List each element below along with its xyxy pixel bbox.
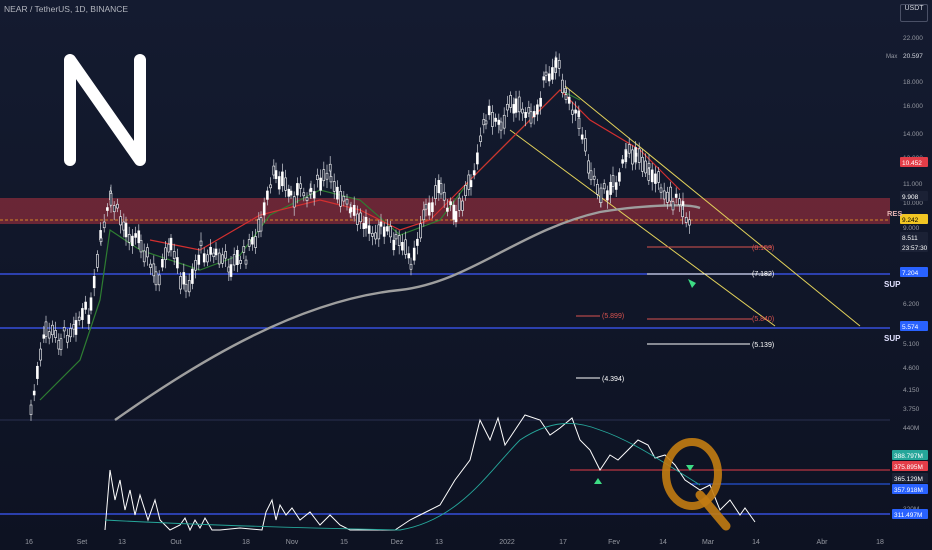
svg-text:8.511: 8.511: [902, 235, 918, 242]
time-tick-label: Mar: [702, 539, 715, 546]
level-label-7182: (7.182): [752, 271, 774, 278]
price-axis[interactable]: 22.00018.00016.00014.00012.00011.00010.0…: [886, 35, 928, 413]
price-tag: 7.204: [900, 267, 928, 277]
price-tick-label: 11.000: [903, 181, 923, 188]
level-label-5899: (5.899): [602, 313, 624, 320]
price-tick-label: 3.750: [903, 406, 920, 413]
ema-red-line: [149, 89, 681, 251]
osc-tag: 357.918M: [892, 484, 928, 494]
osc-tag: 388.797M: [892, 450, 928, 460]
price-tick-label: 6.200: [903, 301, 920, 308]
level-label-4394: (4.394): [602, 376, 624, 383]
price-tick-label: 16.000: [903, 103, 923, 110]
price-tag: 10.452: [900, 157, 928, 167]
price-tick-label: 5.100: [903, 341, 920, 348]
time-tick-label: Fev: [608, 539, 620, 546]
oscillator-axis[interactable]: 440M320M388.797M375.895M365.129M357.918M…: [892, 425, 928, 519]
price-tag: 23:57:30: [900, 242, 928, 252]
time-tick-label: 17: [559, 539, 567, 546]
osc-up-arrow-icon: [594, 478, 602, 484]
time-tick-label: 13: [118, 539, 126, 546]
time-tick-label: 15: [340, 539, 348, 546]
max-value: 20.597: [903, 53, 923, 60]
time-tick-label: 16: [25, 539, 33, 546]
time-tick-label: 2022: [499, 539, 515, 546]
svg-text:311.497M: 311.497M: [894, 512, 922, 519]
price-tag: 9.242: [900, 214, 928, 224]
osc-tag: 375.895M: [892, 461, 928, 471]
price-tag: 5.574: [900, 321, 928, 331]
buy-marker-icon: [688, 279, 696, 288]
oscillator-line: [104, 414, 756, 532]
svg-text:23:57:30: 23:57:30: [902, 245, 928, 252]
svg-text:375.895M: 375.895M: [894, 464, 923, 471]
price-tick-label: 10.000: [903, 200, 923, 207]
time-tick-label: 18: [876, 539, 884, 546]
svg-text:10.452: 10.452: [902, 160, 922, 167]
osc-tag: 365.129M: [892, 473, 928, 483]
svg-text:5.574: 5.574: [902, 324, 919, 331]
price-tick-label: 22.000: [903, 35, 923, 42]
level-label-5840: (5.840): [752, 316, 774, 323]
level-label-8153: (8.153): [752, 245, 774, 252]
max-label: Max: [886, 54, 897, 60]
time-tick-label: 13: [435, 539, 443, 546]
price-tick-label: 4.150: [903, 387, 920, 394]
svg-text:7.204: 7.204: [902, 270, 919, 277]
time-tick-label: Nov: [286, 539, 299, 546]
time-axis[interactable]: 16 Set 13 Out 18 Nov 15 Dez 13 2022 17 Fev 14 Mar 14 Ab…: [25, 539, 884, 546]
price-tick-label: 9.000: [903, 225, 920, 232]
price-tick-label: 14.000: [903, 131, 923, 138]
svg-text:9.908: 9.908: [902, 194, 919, 201]
price-tag: 9.908: [900, 191, 928, 201]
price-tick-label: 4.600: [903, 365, 920, 372]
time-tick-label: 14: [659, 539, 667, 546]
time-tick-label: 18: [242, 539, 250, 546]
time-tick-label: Set: [77, 539, 88, 546]
svg-text:9.242: 9.242: [902, 217, 919, 224]
price-tick-label: 18.000: [903, 79, 923, 86]
level-label-5139: (5.139): [752, 342, 774, 349]
support-label-2: SUP: [884, 334, 901, 343]
time-tick-label: Abr: [817, 539, 829, 546]
osc-tag: 311.497M: [892, 509, 928, 519]
price-chart-svg[interactable]: (8.153) (7.182) (5.899) (5.840) (5.139) …: [0, 0, 932, 550]
svg-text:357.918M: 357.918M: [894, 487, 923, 494]
svg-text:388.797M: 388.797M: [894, 453, 923, 460]
time-tick-label: Out: [170, 539, 181, 546]
resistance-label: RES: [887, 209, 902, 218]
chart-area[interactable]: NEAR / TetherUS, 1D, BINANCE USDT (8.153…: [0, 0, 932, 550]
price-tag: 8.511: [900, 232, 928, 242]
time-tick-label: 14: [752, 539, 760, 546]
near-logo-icon: [64, 54, 146, 166]
osc-tick-label: 440M: [903, 425, 919, 432]
support-label-1: SUP: [884, 280, 901, 289]
svg-text:365.129M: 365.129M: [894, 476, 923, 483]
time-tick-label: Dez: [391, 539, 404, 546]
